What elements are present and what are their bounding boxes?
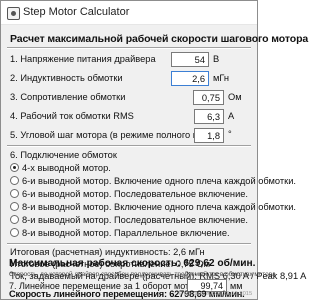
- copyright: © Михаил Юров 26.10.2015: [178, 291, 253, 297]
- linear-block: 7. Линейное перемещение за 1 оборот мото…: [0, 0, 258, 300]
